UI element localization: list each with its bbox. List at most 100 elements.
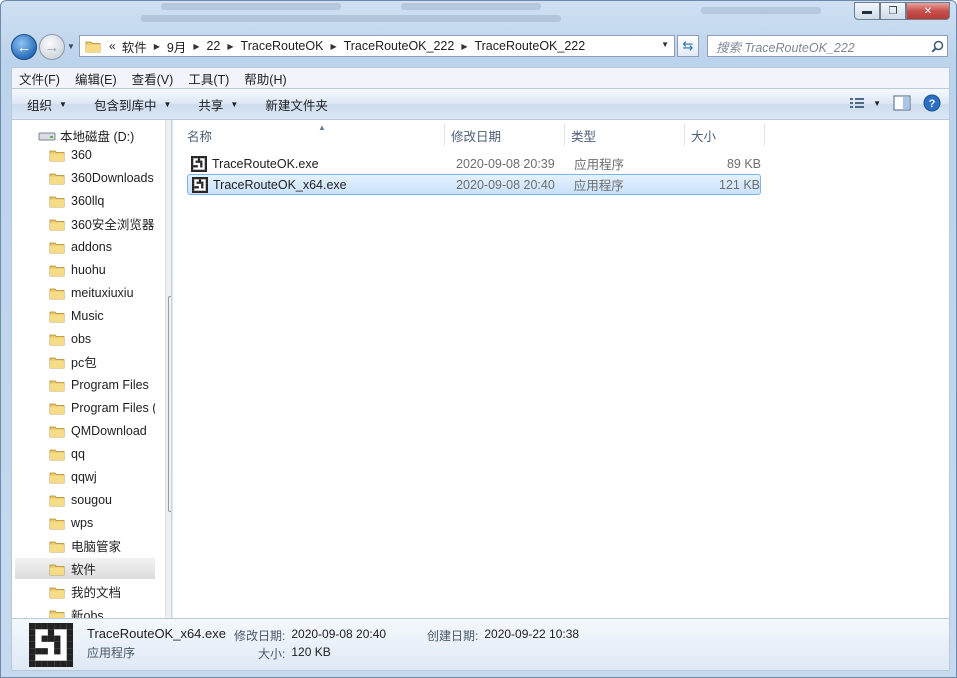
share-button[interactable]: 共享 ▼ [198,95,238,114]
change-view-button[interactable]: ▼ [849,96,881,110]
close-button[interactable]: ✕ [906,2,950,20]
nav-folder-item[interactable]: addons [12,236,155,257]
breadcrumb-overflow[interactable]: « [109,39,116,53]
file-size: 89 KB [726,156,761,171]
scroll-up-button[interactable]: ▲ [166,122,171,138]
refresh-icon: ⇆ [682,38,694,53]
nav-folder-label: wps [71,515,94,530]
new-folder-label: 新建文件夹 [265,98,328,113]
search-box[interactable]: 搜索 TraceRouteOK_222 [707,35,948,57]
view-options-icon [850,98,865,108]
help-button[interactable]: ? [923,94,941,112]
drive-d-item[interactable]: 本地磁盘 (D:) [38,126,134,145]
nav-folder-item[interactable]: 360llq [12,190,155,211]
folder-icon [49,357,65,368]
organize-button[interactable]: 组织 ▼ [27,95,67,114]
recent-pages-dropdown[interactable]: ▼ [67,42,75,51]
file-size: 121 KB [719,177,761,192]
exe-file-icon [190,155,208,172]
breadcrumb-item[interactable]: 22 [206,39,220,53]
help-icon: ? [923,94,941,112]
maximize-button[interactable]: ❐ [880,2,906,20]
nav-folder-item[interactable]: obs [12,328,155,349]
nav-folder-item[interactable]: 360 [12,144,155,165]
breadcrumb: « 软件 ▶ 9月 ▶ 22 ▶ TraceRouteOK ▶ TraceRouteOK… [101,36,585,56]
nav-folder-item[interactable]: Music [12,305,155,326]
address-bar[interactable]: « 软件 ▶ 9月 ▶ 22 ▶ TraceRouteOK ▶ TraceRouteOK… [79,35,675,57]
menu-edit[interactable]: 编辑(E) [75,69,117,88]
address-history-dropdown[interactable]: ▼ [661,40,669,49]
file-type: 应用程序 [574,158,625,172]
back-button[interactable]: ← [11,34,37,60]
file-row-selected[interactable]: TraceRouteOK_x64.exe 2020-09-08 20:40 应用… [187,174,761,195]
menu-file[interactable]: 文件(F) [19,69,60,88]
folder-icon [49,426,65,437]
nav-folder-item[interactable]: wps [12,512,155,533]
new-folder-button[interactable]: 新建文件夹 [265,95,328,114]
refresh-button[interactable]: ⇆ [677,35,699,57]
column-header-modified[interactable]: 修改日期 [445,124,565,146]
preview-pane-button[interactable] [893,95,911,111]
nav-folder-label: qqwj [71,469,97,484]
nav-folder-item[interactable]: meituxiuxiu [12,282,155,303]
nav-folder-item[interactable]: pc包 [12,351,155,372]
nav-folder-label: 360llq [71,193,105,208]
forward-arrow-icon: → [44,38,60,56]
drive-icon [38,132,56,140]
breadcrumb-item[interactable]: 9月 [167,37,186,56]
file-row[interactable]: TraceRouteOK.exe 2020-09-08 20:39 应用程序 8… [187,153,761,174]
caption-buttons: ▬ ❐ ✕ [854,2,950,20]
column-type-label: 类型 [571,129,597,144]
menu-help[interactable]: 帮助(H) [244,69,286,88]
back-arrow-icon: ← [16,38,32,56]
organize-label: 组织 [27,98,53,113]
folder-icon [49,265,65,276]
breadcrumb-item[interactable]: TraceRouteOK [241,39,324,53]
menu-tools[interactable]: 工具(T) [188,69,229,88]
folder-icon [49,495,65,506]
menu-view[interactable]: 查看(V) [132,69,174,88]
preview-pane-icon [893,95,911,111]
nav-folder-item[interactable]: 软件 [15,558,155,579]
nav-folder-item[interactable]: 电脑管家 [12,535,155,556]
nav-folder-item[interactable]: QMDownload [12,420,155,441]
include-in-library-button[interactable]: 包含到库中 ▼ [94,95,171,114]
nav-folder-label: pc包 [71,356,97,370]
details-size: 大小: 120 KB [258,645,331,662]
nav-folder-item[interactable]: 360安全浏览器下载 [12,213,155,234]
forward-button[interactable]: → [39,34,65,60]
column-header-size[interactable]: 大小 [685,124,765,146]
details-size-value: 120 KB [291,645,331,659]
folder-icon [49,587,65,598]
nav-scrollbar[interactable]: ▲ ≡ ▼ [165,120,171,618]
nav-folder-item[interactable]: huohu [12,259,155,280]
breadcrumb-item[interactable]: TraceRouteOK_222 [344,39,455,53]
nav-folder-item[interactable]: qq [12,443,155,464]
nav-folder-label: obs [71,331,92,346]
file-list-pane: 名称 ▲ 修改日期 类型 大小 TraceRouteOK.exe 2020-09… [172,120,950,618]
nav-folder-label: Program Files (x86) [71,400,155,415]
nav-folder-item[interactable]: 新obs [12,604,155,618]
scroll-thumb[interactable]: ≡ [168,296,171,512]
scroll-down-button[interactable]: ▼ [166,600,171,616]
column-name-label: 名称 [187,129,213,144]
column-header-type[interactable]: 类型 [565,124,685,146]
file-modified: 2020-09-08 20:39 [456,156,555,171]
nav-folder-item[interactable]: sougou [12,489,155,510]
nav-folder-item[interactable]: 360Downloads [12,167,155,188]
column-header-name[interactable]: 名称 ▲ [181,123,445,146]
breadcrumb-item[interactable]: TraceRouteOK_222 [474,39,585,53]
search-input[interactable]: 搜索 TraceRouteOK_222 [708,37,927,56]
nav-folder-item[interactable]: Program Files (x86) [12,397,155,418]
details-created-label: 创建日期: [427,629,479,643]
folder-icon [49,288,65,299]
nav-folder-item[interactable]: qqwj [12,466,155,487]
nav-folder-item[interactable]: Program Files [12,374,155,395]
details-file-type: 应用程序 [87,646,136,660]
nav-folder-label: Program Files [71,377,149,392]
breadcrumb-item[interactable]: 软件 [122,37,147,56]
file-name: TraceRouteOK_x64.exe [213,177,347,192]
minimize-button[interactable]: ▬ [854,2,880,20]
nav-folder-item[interactable]: 我的文档 [12,581,155,602]
folder-icon [49,311,65,322]
